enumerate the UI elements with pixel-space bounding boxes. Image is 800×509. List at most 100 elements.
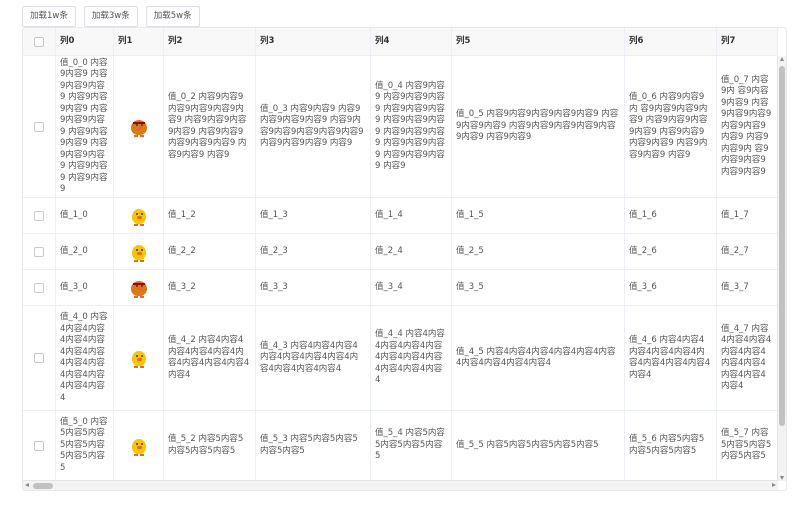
vertical-scroll-thumb[interactable] xyxy=(779,66,785,426)
cell-col2: 值_3_2 xyxy=(164,270,256,305)
header-select-cell xyxy=(23,28,56,55)
cell-text: 值_4_0 内容4内容4内容4内容4内容4内容4内容4内容4内容4内容4内容4内… xyxy=(60,312,108,403)
table-row[interactable]: 值_5_0 内容5内容5内容5内容5内容5内容5内容5 值_5_2 内容5内容5内… xyxy=(23,411,778,481)
cell-text: 值_3_3 xyxy=(260,281,288,292)
cell-col3: 值_2_3 xyxy=(256,234,371,269)
cell-col1 xyxy=(114,411,164,480)
column-header-5[interactable]: 列5 xyxy=(452,28,625,55)
select-cell xyxy=(23,56,56,197)
cell-text: 值_0_5 内容9内容9内容9内容9内容9 内容9内容9内容9 内容9内容9内容… xyxy=(456,109,619,143)
cell-text: 值_4_5 内容4内容4内容4内容4内容4内容4内容4内容4内容4内容4 xyxy=(456,346,616,369)
cell-text: 值_0_3 内容9内容9 内容9内容9内容9内容9 内容9内容9内容9内容9内容… xyxy=(260,103,364,149)
cell-col2: 值_2_2 xyxy=(164,234,256,269)
cell-text: 值_3_2 xyxy=(168,281,196,292)
cell-text: 值_5_5 内容5内容5内容5内容5内容5 xyxy=(456,439,599,450)
cell-col1 xyxy=(114,198,164,233)
table-header: 列0 列1 列2 列3 列4 列5 列6 列7 xyxy=(23,28,778,56)
cell-col1 xyxy=(114,56,164,197)
cell-col0: 值_0_0 内容9内容9 内容9内容9内容9 内容9内容9内容9 内容9内容9内… xyxy=(56,56,114,197)
virtual-table: 列0 列1 列2 列3 列4 列5 列6 列7 值_0_0 内容9内容9 内容9… xyxy=(22,27,787,491)
select-cell xyxy=(23,306,56,410)
cell-col7: 值_0_7 内容9内 容9内容9内容9 内容9内容9内容9 内容9内容9内容9 … xyxy=(717,56,778,197)
vertical-scrollbar[interactable] xyxy=(777,56,786,481)
cell-text: 值_0_2 内容9内容9 内容9内容9内容9内容9 内容9内容9内容9内容9 内… xyxy=(168,92,247,160)
cell-col0: 值_5_0 内容5内容5内容5内容5内容5内容5内容5 xyxy=(56,411,114,480)
cell-text: 值_4_7 内容4内容4内容4内容4内容4内容4内容4内容4内容4内容4 xyxy=(721,323,772,392)
cell-col5: 值_4_5 内容4内容4内容4内容4内容4内容4内容4内容4内容4内容4 xyxy=(452,306,625,410)
column-header-6[interactable]: 列6 xyxy=(625,28,717,55)
column-header-0[interactable]: 列0 xyxy=(56,28,114,55)
table-row[interactable]: 值_1_0 值_1_2 值_1_3 值_1_4 值_1_5 值_1_6 值_1_7 xyxy=(23,198,778,234)
cell-text: 值_2_6 xyxy=(629,245,657,256)
cell-col5: 值_3_5 xyxy=(452,270,625,305)
cell-col0: 值_4_0 内容4内容4内容4内容4内容4内容4内容4内容4内容4内容4内容4内… xyxy=(56,306,114,410)
scroll-down-icon[interactable] xyxy=(780,476,784,480)
cell-text: 值_5_4 内容5内容5内容5内容5内容5 xyxy=(375,428,445,462)
load-1w-button[interactable]: 加载1w条 xyxy=(22,6,76,27)
cell-text: 值_2_5 xyxy=(456,245,484,256)
cell-text: 值_1_3 xyxy=(260,209,288,220)
column-header-4[interactable]: 列4 xyxy=(371,28,452,55)
row-checkbox[interactable] xyxy=(34,246,44,257)
cell-text: 值_3_7 xyxy=(721,281,749,292)
table-row[interactable]: 值_0_0 内容9内容9 内容9内容9内容9 内容9内容9内容9 内容9内容9内… xyxy=(23,56,778,198)
load-5w-button[interactable]: 加载5w条 xyxy=(145,6,200,27)
chick-icon xyxy=(130,435,148,457)
cell-text: 值_4_6 内容4内容4内容4内容4内容4内容4内容4内容4内容4内容4 xyxy=(629,335,711,380)
cell-col2: 值_4_2 内容4内容4内容4内容4内容4内容4内容4内容4内容4内容4 xyxy=(164,306,256,410)
cell-text: 值_1_2 xyxy=(168,209,196,220)
cell-col4: 值_4_4 内容4内容4内容4内容4内容4内容4内容4内容4内容4内容4内容4 xyxy=(371,306,452,410)
cell-text: 值_0_7 内容9内 容9内容9内容9 内容9内容9内容9 内容9内容9内容9 … xyxy=(721,74,772,177)
cell-text: 值_5_6 内容5内容5内容5内容5内容5 xyxy=(629,434,705,456)
select-cell xyxy=(23,198,56,233)
cell-text: 值_2_3 xyxy=(260,245,288,256)
cell-col4: 值_5_4 内容5内容5内容5内容5内容5 xyxy=(371,411,452,480)
horizontal-scroll-thumb[interactable] xyxy=(33,483,53,489)
table-row[interactable]: 值_4_0 内容4内容4内容4内容4内容4内容4内容4内容4内容4内容4内容4内… xyxy=(23,306,778,411)
cell-col6: 值_3_6 xyxy=(625,270,717,305)
cell-col3: 值_0_3 内容9内容9 内容9内容9内容9内容9 内容9内容9内容9内容9内容… xyxy=(256,56,371,197)
row-checkbox[interactable] xyxy=(34,353,44,363)
cell-text: 值_2_4 xyxy=(375,245,403,256)
select-all-checkbox[interactable] xyxy=(34,36,44,47)
cell-col3: 值_4_3 内容4内容4内容4内容4内容4内容4内容4内容4内容4内容4内容4 xyxy=(256,306,371,410)
cell-text: 值_3_4 xyxy=(375,281,403,292)
cell-text: 值_5_0 内容5内容5内容5内容5内容5内容5内容5 xyxy=(60,416,108,473)
column-header-1[interactable]: 列1 xyxy=(114,28,164,55)
column-header-7[interactable]: 列7 xyxy=(717,28,778,55)
cell-col4: 值_0_4 内容9内容9 内容9内容9内容9 内容9内容9内容9 内容9内容9内… xyxy=(371,56,452,197)
chick-icon xyxy=(130,241,148,263)
chick-icon xyxy=(130,205,148,227)
cell-col3: 值_1_3 xyxy=(256,198,371,233)
cell-text: 值_0_6 内容9内容9内 容9内容9内容9内容9 内容9内容9内容9内容9 内… xyxy=(629,92,708,160)
scroll-up-icon[interactable] xyxy=(780,57,784,61)
select-cell xyxy=(23,234,56,269)
cell-text: 值_3_0 xyxy=(60,281,88,292)
cell-col7: 值_2_7 xyxy=(717,234,778,269)
cell-col2: 值_1_2 xyxy=(164,198,256,233)
cell-col2: 值_0_2 内容9内容9 内容9内容9内容9内容9 内容9内容9内容9内容9 内… xyxy=(164,56,256,197)
cell-col6: 值_4_6 内容4内容4内容4内容4内容4内容4内容4内容4内容4内容4 xyxy=(625,306,717,410)
cell-text: 值_2_7 xyxy=(721,245,749,256)
horizontal-scrollbar[interactable] xyxy=(23,480,778,490)
scroll-right-icon[interactable] xyxy=(772,483,776,487)
scroll-left-icon[interactable] xyxy=(25,483,29,487)
cell-col0: 值_1_0 xyxy=(56,198,114,233)
row-checkbox[interactable] xyxy=(34,440,44,451)
row-checkbox[interactable] xyxy=(34,121,44,132)
load-3w-button[interactable]: 加载3w条 xyxy=(83,6,138,27)
table-row[interactable]: 值_2_0 值_2_2 值_2_3 值_2_4 值_2_5 值_2_6 值_2_7 xyxy=(23,234,778,270)
cell-text: 值_2_2 xyxy=(168,245,196,256)
cell-col5: 值_0_5 内容9内容9内容9内容9内容9 内容9内容9内容9 内容9内容9内容… xyxy=(452,56,625,197)
toolbar: 加载1w条 加载3w条 加载5w条 xyxy=(22,6,200,27)
cell-col7: 值_3_7 xyxy=(717,270,778,305)
cell-text: 值_0_0 内容9内容9 内容9内容9内容9 内容9内容9内容9 内容9内容9内… xyxy=(60,57,108,195)
column-header-2[interactable]: 列2 xyxy=(164,28,256,55)
column-header-3[interactable]: 列3 xyxy=(256,28,371,55)
row-checkbox[interactable] xyxy=(34,282,44,293)
table-row[interactable]: 值_3_0 值_3_2 值_3_3 值_3_4 值_3_5 值_3_6 值_3_7 xyxy=(23,270,778,306)
cell-col4: 值_2_4 xyxy=(371,234,452,269)
row-checkbox[interactable] xyxy=(34,210,44,221)
cell-col1 xyxy=(114,306,164,410)
cell-col7: 值_1_7 xyxy=(717,198,778,233)
